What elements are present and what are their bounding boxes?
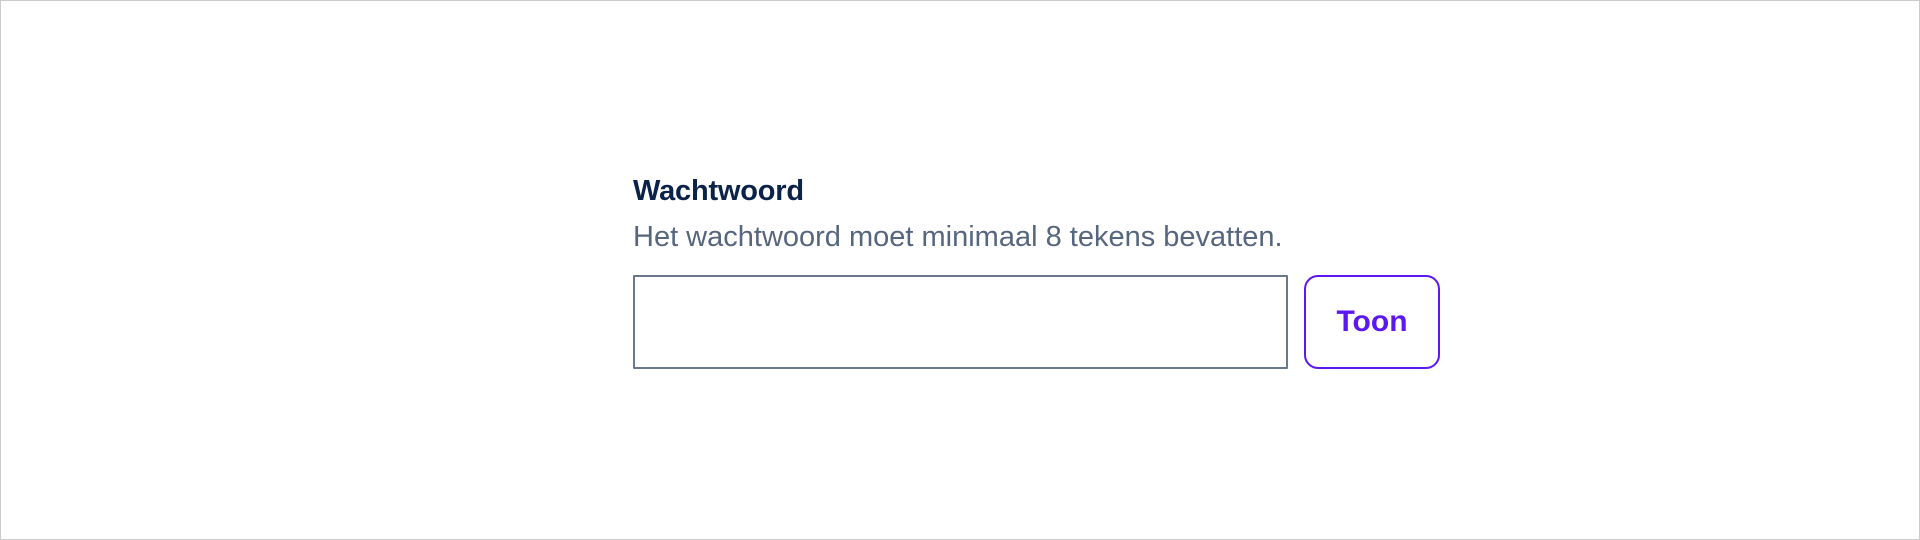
page-frame: Wachtwoord Het wachtwoord moet minimaal … [0,0,1920,540]
password-input[interactable] [633,275,1288,369]
password-hint: Het wachtwoord moet minimaal 8 tekens be… [633,221,1283,253]
password-label: Wachtwoord [633,175,804,207]
password-form-field: Wachtwoord Het wachtwoord moet minimaal … [633,171,1443,369]
show-password-button[interactable]: Toon [1304,275,1440,369]
password-input-row: Toon [633,275,1443,369]
